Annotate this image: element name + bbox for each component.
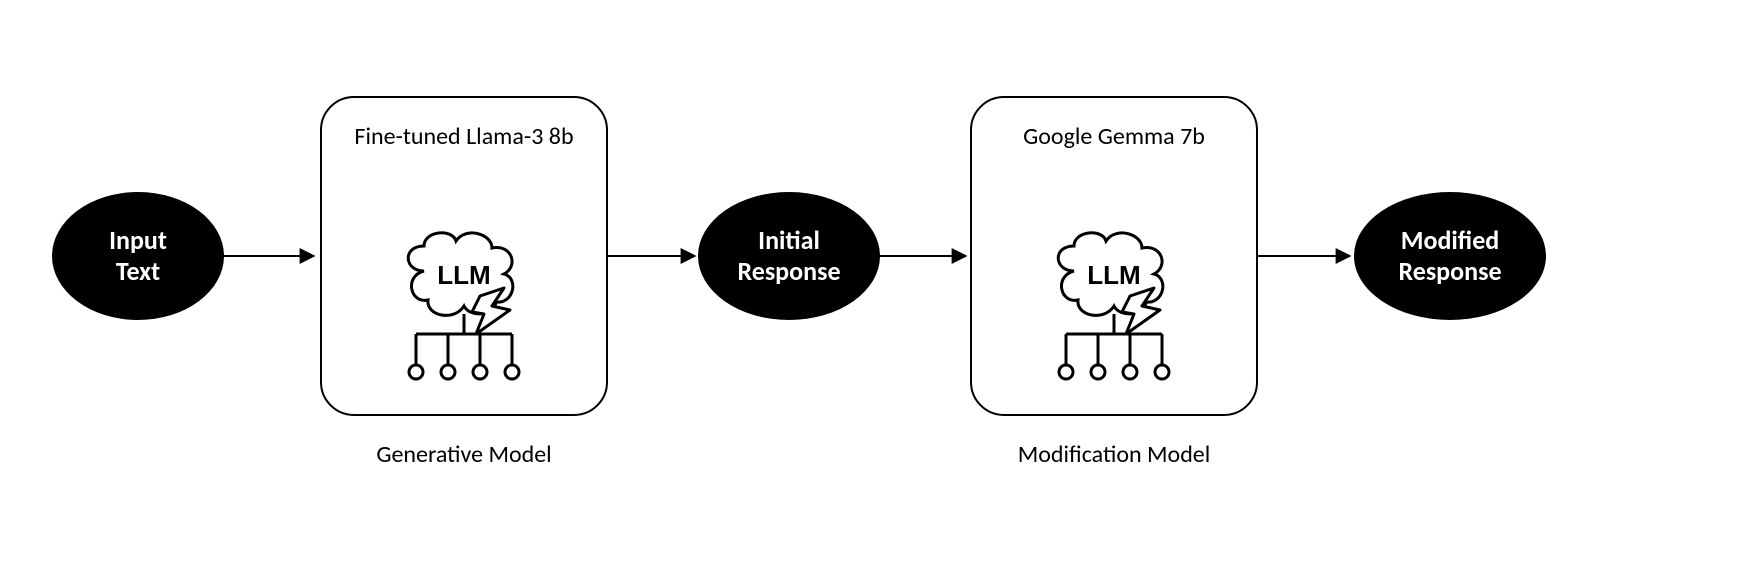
node-initial-response: Initial Response [698,192,880,320]
llm-brain-icon: LLM [384,216,544,391]
node-initial-line1: Initial [758,224,820,256]
arrow-initial-to-modification [878,246,973,266]
arrow-input-to-generative [222,246,322,266]
arrow-modification-to-modified [1258,246,1358,266]
llm-brain-icon: LLM [1034,216,1194,391]
caption-modification-model: Modification Model [970,440,1258,469]
llm-icon-label: LLM [437,260,490,290]
node-input-line2: Text [116,255,160,287]
node-modified-line1: Modified [1401,224,1500,256]
node-initial-line2: Response [737,255,840,287]
llm-icon-label: LLM [1087,260,1140,290]
caption-generative-model: Generative Model [320,440,608,469]
box-generative-title: Fine-tuned Llama-3 8b [322,122,606,151]
box-modification-title: Google Gemma 7b [972,122,1256,151]
pipeline-diagram: Input Text Fine-tuned Llama-3 8b LLM [0,0,1751,573]
box-generative-model: Fine-tuned Llama-3 8b LLM [320,96,608,416]
arrow-generative-to-initial [607,246,702,266]
node-input-text: Input Text [52,192,224,320]
box-modification-model: Google Gemma 7b LLM [970,96,1258,416]
node-input-line1: Input [109,224,167,256]
node-modified-response: Modified Response [1354,192,1546,320]
node-modified-line2: Response [1398,255,1501,287]
